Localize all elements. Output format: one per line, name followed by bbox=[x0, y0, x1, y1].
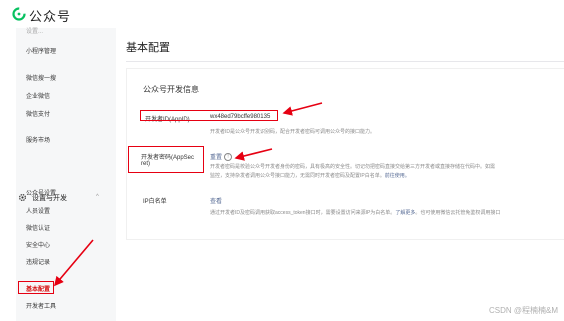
sidebar-item-cut[interactable]: 设置... bbox=[26, 26, 43, 35]
divider bbox=[126, 61, 564, 62]
sidebar-item-account-settings[interactable]: 公众号设置 bbox=[26, 188, 56, 197]
view-whitelist-link[interactable]: 查看 bbox=[210, 196, 222, 205]
brand-title: 公众号 bbox=[29, 9, 72, 24]
page-title: 基本配置 bbox=[126, 42, 170, 54]
sidebar-item-wechat-pay[interactable]: 微信支付 bbox=[26, 109, 50, 118]
sidebar-item-verification[interactable]: 微信认证 bbox=[26, 223, 50, 232]
appsecret-hint-line1: 开发者密码是校验公众号开发者身份的密码，具有极高的安全性。切记勿把密码直接交给第… bbox=[210, 164, 496, 170]
sidebar-item-dev-tools[interactable]: 开发者工具 bbox=[26, 301, 56, 310]
chevron-up-icon: ^ bbox=[96, 194, 99, 200]
sidebar-item-mini-program[interactable]: 小程序管理 bbox=[26, 46, 56, 55]
sidebar: 设置... 小程序管理 微信搜一搜 企业微信 微信支付 服务市场 设置与开发 ^… bbox=[16, 28, 116, 321]
annotation-box-appid bbox=[140, 110, 278, 121]
section-title: 公众号开发信息 bbox=[143, 85, 199, 94]
wechat-official-account-logo-icon bbox=[12, 7, 26, 21]
ip-whitelist-label: IP白名单 bbox=[143, 199, 167, 205]
sidebar-item-wechat-search[interactable]: 微信搜一搜 bbox=[26, 73, 56, 82]
appsecret-hint-line2: 监控，支持杂发者调用公众号接口能力，无需同时开发者密码及配置IP白名单。前往使用… bbox=[210, 173, 410, 179]
sidebar-item-security[interactable]: 安全中心 bbox=[26, 240, 50, 249]
learn-more-link[interactable]: 了解更多 bbox=[395, 210, 415, 216]
appid-hint: 开发者ID是公众号开发识别码，配合开发者密码可调用公众号的接口能力。 bbox=[210, 129, 376, 135]
annotation-box-basic-config bbox=[18, 281, 54, 294]
annotation-box-appsecret bbox=[128, 146, 204, 173]
ip-whitelist-hint: 通过开发者ID及密码调用获取access_token接口时，需要设置访问来源IP… bbox=[210, 210, 501, 216]
watermark: CSDN @程楠楠&M bbox=[488, 306, 558, 315]
info-icon[interactable]: ! bbox=[224, 153, 233, 162]
sidebar-item-service-market[interactable]: 服务市场 bbox=[26, 135, 50, 144]
sidebar-item-violations[interactable]: 违规记录 bbox=[26, 257, 50, 266]
go-use-link[interactable]: 前往使用。 bbox=[385, 173, 410, 179]
sidebar-item-personnel[interactable]: 人员设置 bbox=[26, 206, 50, 215]
top-bar: 公众号 bbox=[0, 0, 564, 28]
sidebar-item-wecom[interactable]: 企业微信 bbox=[26, 91, 50, 100]
reset-secret-link[interactable]: 重置! bbox=[210, 152, 233, 162]
